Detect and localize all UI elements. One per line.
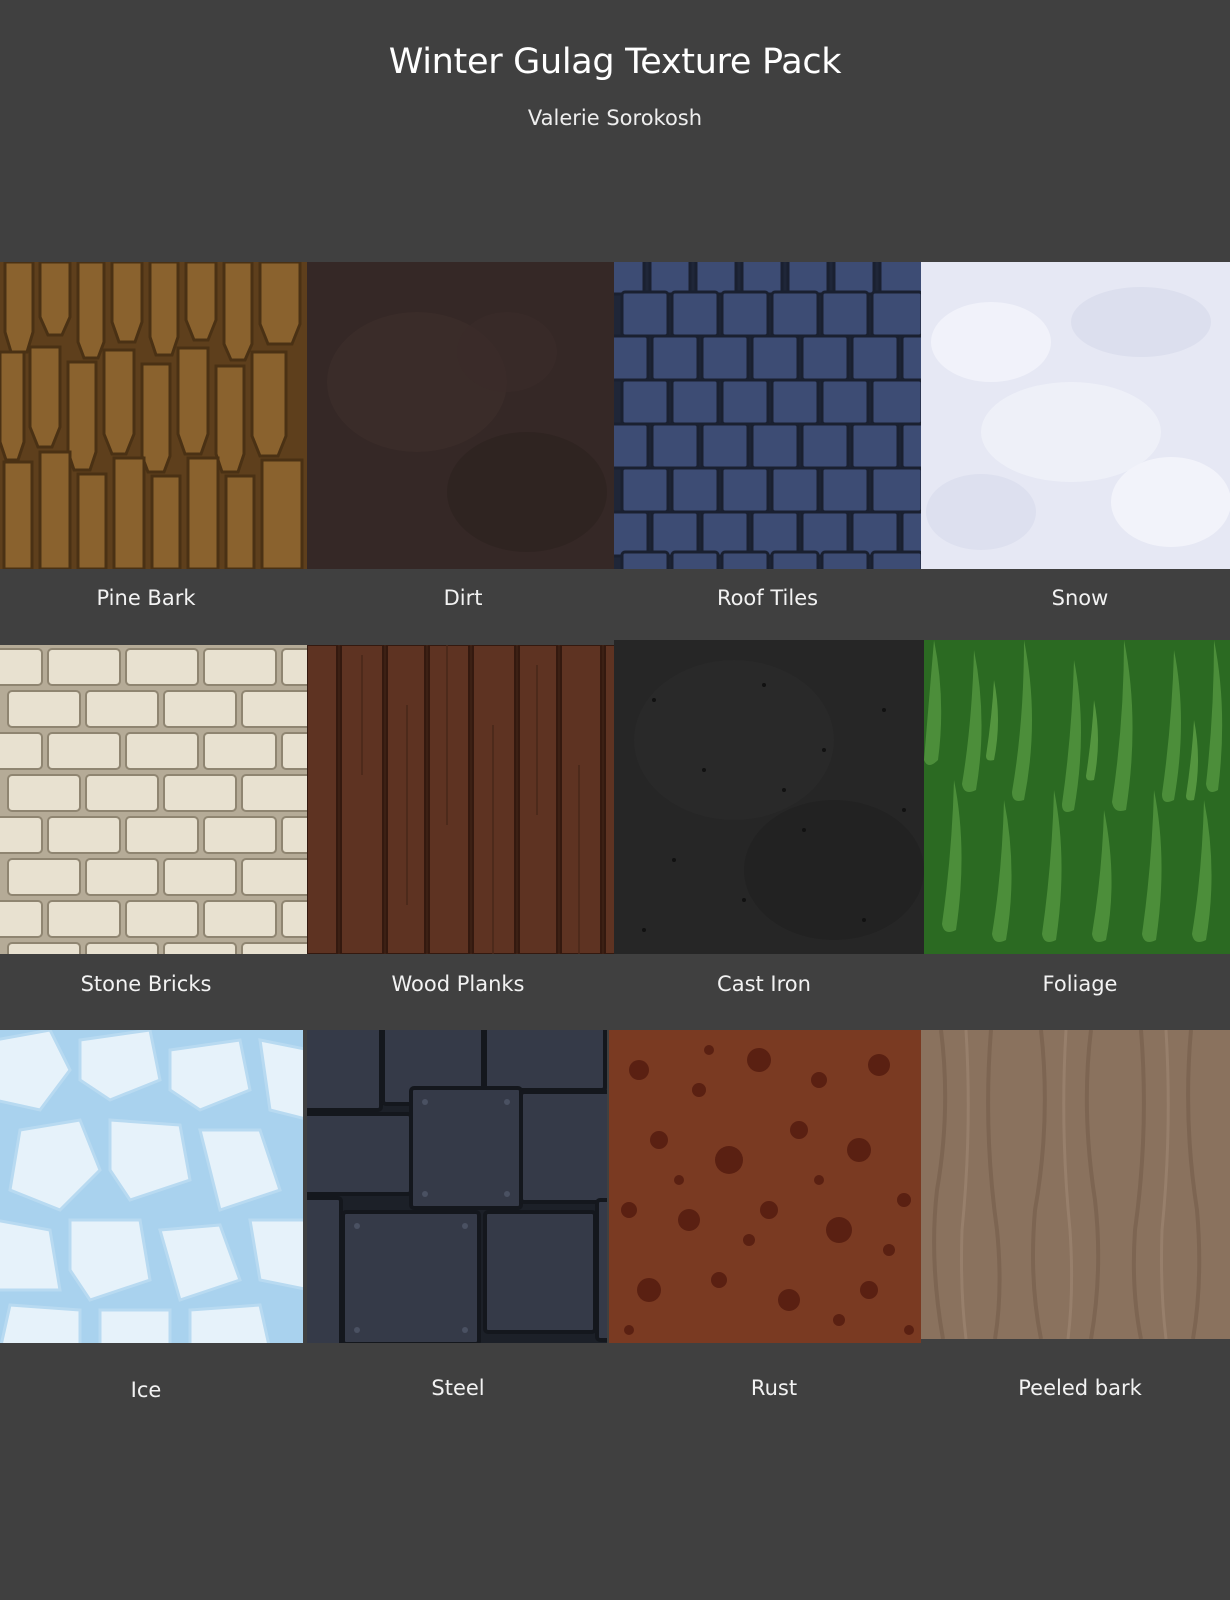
rust-texture bbox=[609, 1030, 921, 1343]
pine-bark-texture bbox=[0, 262, 307, 569]
wood-planks-texture bbox=[307, 645, 614, 954]
page-title: Winter Gulag Texture Pack bbox=[388, 42, 842, 82]
steel-texture bbox=[307, 1030, 607, 1343]
roof-tiles-texture bbox=[614, 262, 921, 569]
snow-texture bbox=[921, 262, 1230, 569]
texture-label-peeled-bark: Peeled bark bbox=[1018, 1376, 1142, 1400]
texture-label-cast-iron: Cast Iron bbox=[717, 972, 811, 996]
ice-texture bbox=[0, 1030, 303, 1343]
peeled-bark-texture bbox=[921, 1030, 1230, 1339]
texture-label-rust: Rust bbox=[750, 1376, 798, 1400]
texture-label-ice: Ice bbox=[130, 1378, 162, 1402]
texture-label-dirt: Dirt bbox=[443, 586, 483, 610]
texture-label-snow: Snow bbox=[1051, 586, 1109, 610]
author-name: Valerie Sorokosh bbox=[527, 106, 703, 130]
cast-iron-texture bbox=[614, 640, 924, 954]
foliage-texture bbox=[924, 640, 1230, 954]
texture-label-steel: Steel bbox=[431, 1376, 485, 1400]
texture-label-roof-tiles: Roof Tiles bbox=[716, 586, 819, 610]
texture-label-stone-bricks: Stone Bricks bbox=[80, 972, 212, 996]
texture-label-wood-planks: Wood Planks bbox=[391, 972, 525, 996]
texture-label-foliage: Foliage bbox=[1042, 972, 1118, 996]
texture-label-pine-bark: Pine Bark bbox=[96, 586, 196, 610]
stone-bricks-texture bbox=[0, 645, 307, 954]
dirt-texture bbox=[307, 262, 614, 569]
